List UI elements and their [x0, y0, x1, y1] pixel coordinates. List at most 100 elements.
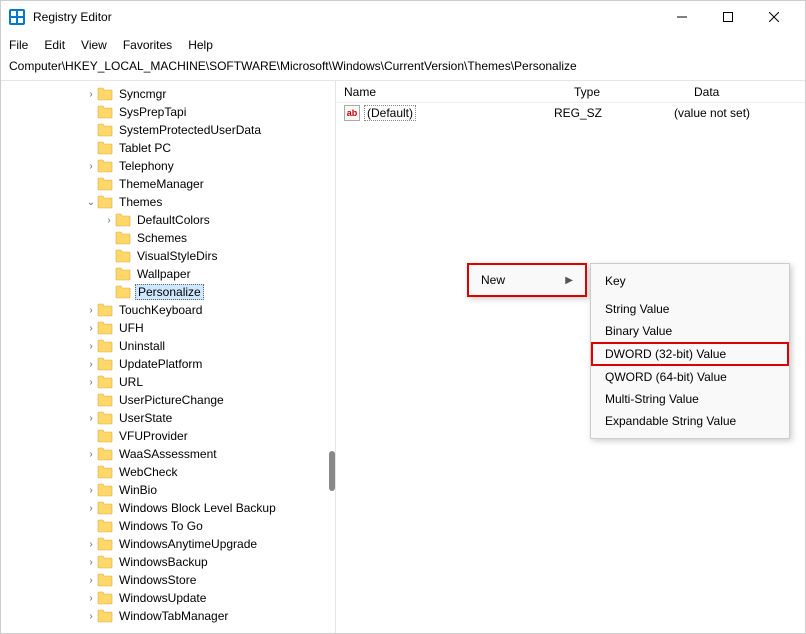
expand-icon[interactable]: ›: [85, 539, 97, 550]
expand-icon[interactable]: ›: [85, 449, 97, 460]
minimize-button[interactable]: [659, 2, 705, 32]
expand-icon[interactable]: ›: [85, 575, 97, 586]
tree-item[interactable]: ⌄Themes: [1, 193, 335, 211]
folder-icon: [97, 519, 113, 533]
column-name[interactable]: Name: [344, 85, 574, 99]
tree-item[interactable]: ›WinBio: [1, 481, 335, 499]
tree-item[interactable]: VisualStyleDirs: [1, 247, 335, 265]
menu-item-multistring-value[interactable]: Multi-String Value: [591, 388, 789, 410]
folder-icon: [97, 573, 113, 587]
expand-icon[interactable]: ›: [85, 341, 97, 352]
menu-item-new[interactable]: New ▶: [469, 265, 585, 295]
tree-item[interactable]: UserPictureChange: [1, 391, 335, 409]
tree-item[interactable]: ›Uninstall: [1, 337, 335, 355]
submenu-arrow-icon: ▶: [565, 275, 573, 286]
tree-item[interactable]: ›WindowsStore: [1, 571, 335, 589]
value-type: REG_SZ: [554, 106, 674, 120]
expand-icon[interactable]: ›: [85, 557, 97, 568]
expand-icon[interactable]: ›: [85, 359, 97, 370]
menu-edit[interactable]: Edit: [44, 38, 65, 52]
tree-item-label: WindowTabManager: [117, 609, 230, 623]
tree-item-label: Schemes: [135, 231, 189, 245]
folder-icon: [97, 393, 113, 407]
tree-item[interactable]: ›WindowsUpdate: [1, 589, 335, 607]
tree-item-label: Wallpaper: [135, 267, 193, 281]
folder-icon: [97, 591, 113, 605]
folder-icon: [97, 321, 113, 335]
menu-item-binary-value[interactable]: Binary Value: [591, 320, 789, 342]
tree-item[interactable]: › WindowTabManager: [1, 607, 335, 625]
tree-item[interactable]: SystemProtectedUserData: [1, 121, 335, 139]
menu-view[interactable]: View: [81, 38, 107, 52]
menu-item-key[interactable]: Key: [591, 270, 789, 292]
expand-icon[interactable]: ›: [103, 215, 115, 226]
value-row[interactable]: ab (Default) REG_SZ (value not set): [336, 103, 805, 123]
menu-item-dword-value[interactable]: DWORD (32-bit) Value: [591, 342, 789, 366]
tree-item[interactable]: ›DefaultColors: [1, 211, 335, 229]
titlebar: Registry Editor: [1, 1, 805, 33]
tree-item[interactable]: ›UpdatePlatform: [1, 355, 335, 373]
folder-icon: [97, 501, 113, 515]
menu-item-string-value[interactable]: String Value: [591, 298, 789, 320]
address-bar[interactable]: Computer\HKEY_LOCAL_MACHINE\SOFTWARE\Mic…: [1, 57, 805, 81]
tree-item-label: Syncmgr: [117, 87, 168, 101]
tree-item[interactable]: ›Telephony: [1, 157, 335, 175]
folder-icon: [97, 141, 113, 155]
menu-help[interactable]: Help: [188, 38, 213, 52]
tree-item-label: UserState: [117, 411, 174, 425]
tree-panel[interactable]: › Syncmgr SysPrepTapiSystemProtectedUserDa…: [1, 81, 336, 633]
expand-icon[interactable]: ›: [85, 305, 97, 316]
tree-item-label: WindowsAnytimeUpgrade: [117, 537, 259, 551]
tree-item-label: Windows Block Level Backup: [117, 501, 278, 515]
window-controls: [659, 2, 797, 32]
expand-icon[interactable]: ›: [85, 503, 97, 514]
menu-favorites[interactable]: Favorites: [123, 38, 172, 52]
expand-icon[interactable]: ›: [85, 611, 97, 622]
tree-item-label: Tablet PC: [117, 141, 173, 155]
folder-icon: [97, 555, 113, 569]
collapse-icon[interactable]: ⌄: [85, 197, 97, 208]
registry-tree: › Syncmgr SysPrepTapiSystemProtectedUserDa…: [1, 85, 335, 625]
tree-scrollbar-thumb[interactable]: [329, 451, 335, 491]
tree-item[interactable]: › TouchKeyboard: [1, 301, 335, 319]
tree-item[interactable]: › Syncmgr: [1, 85, 335, 103]
value-data: (value not set): [674, 106, 805, 120]
tree-item[interactable]: › Windows Block Level Backup: [1, 499, 335, 517]
column-data[interactable]: Data: [694, 85, 805, 99]
tree-item[interactable]: SysPrepTapi: [1, 103, 335, 121]
tree-item[interactable]: Schemes: [1, 229, 335, 247]
close-button[interactable]: [751, 2, 797, 32]
maximize-button[interactable]: [705, 2, 751, 32]
tree-item[interactable]: › WindowsAnytimeUpgrade: [1, 535, 335, 553]
expand-icon[interactable]: ›: [85, 161, 97, 172]
folder-icon: [115, 285, 131, 299]
tree-item[interactable]: ThemeManager: [1, 175, 335, 193]
expand-icon[interactable]: ›: [85, 593, 97, 604]
tree-item[interactable]: Personalize: [1, 283, 335, 301]
tree-item[interactable]: › UserState: [1, 409, 335, 427]
tree-item-label: WebCheck: [117, 465, 179, 479]
folder-icon: [115, 231, 131, 245]
tree-item-label: TouchKeyboard: [117, 303, 204, 317]
expand-icon[interactable]: ›: [85, 89, 97, 100]
menu-item-expandable-string-value[interactable]: Expandable String Value: [591, 410, 789, 432]
tree-item[interactable]: ›WaaSAssessment: [1, 445, 335, 463]
tree-item[interactable]: ›UFH: [1, 319, 335, 337]
folder-icon: [115, 213, 131, 227]
column-type[interactable]: Type: [574, 85, 694, 99]
tree-item[interactable]: Tablet PC: [1, 139, 335, 157]
tree-item[interactable]: Windows To Go: [1, 517, 335, 535]
menu-item-qword-value[interactable]: QWORD (64-bit) Value: [591, 366, 789, 388]
tree-item[interactable]: WebCheck: [1, 463, 335, 481]
tree-item[interactable]: ›WindowsBackup: [1, 553, 335, 571]
expand-icon[interactable]: ›: [85, 377, 97, 388]
tree-item[interactable]: Wallpaper: [1, 265, 335, 283]
tree-item[interactable]: VFUProvider: [1, 427, 335, 445]
menu-file[interactable]: File: [9, 38, 28, 52]
tree-item[interactable]: ›URL: [1, 373, 335, 391]
expand-icon[interactable]: ›: [85, 485, 97, 496]
app-icon: [9, 9, 25, 25]
folder-icon: [97, 195, 113, 209]
expand-icon[interactable]: ›: [85, 323, 97, 334]
expand-icon[interactable]: ›: [85, 413, 97, 424]
